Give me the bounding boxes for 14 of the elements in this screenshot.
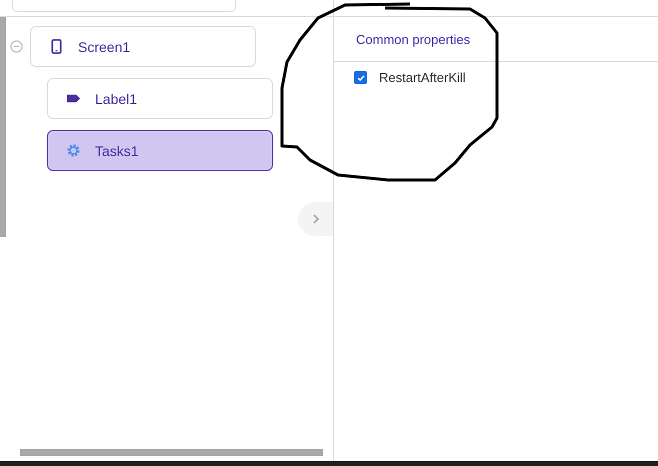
section-heading: Common properties: [356, 32, 470, 46]
expand-button[interactable]: [298, 202, 333, 236]
phone-icon: [49, 39, 64, 54]
checkbox[interactable]: [354, 71, 367, 84]
scrollbar[interactable]: [0, 17, 6, 237]
gear-icon: [66, 143, 81, 158]
component-item[interactable]: Label1: [47, 78, 273, 119]
checkbox-label[interactable]: RestartAfterKill: [379, 70, 466, 85]
component-item[interactable]: Screen1: [30, 26, 256, 67]
scrollbar[interactable]: [20, 449, 323, 456]
component-item[interactable]: Tasks1: [47, 130, 273, 171]
collapse-icon[interactable]: [10, 40, 23, 53]
chevron-icon: [310, 213, 320, 225]
checkmark-icon: [356, 72, 366, 82]
